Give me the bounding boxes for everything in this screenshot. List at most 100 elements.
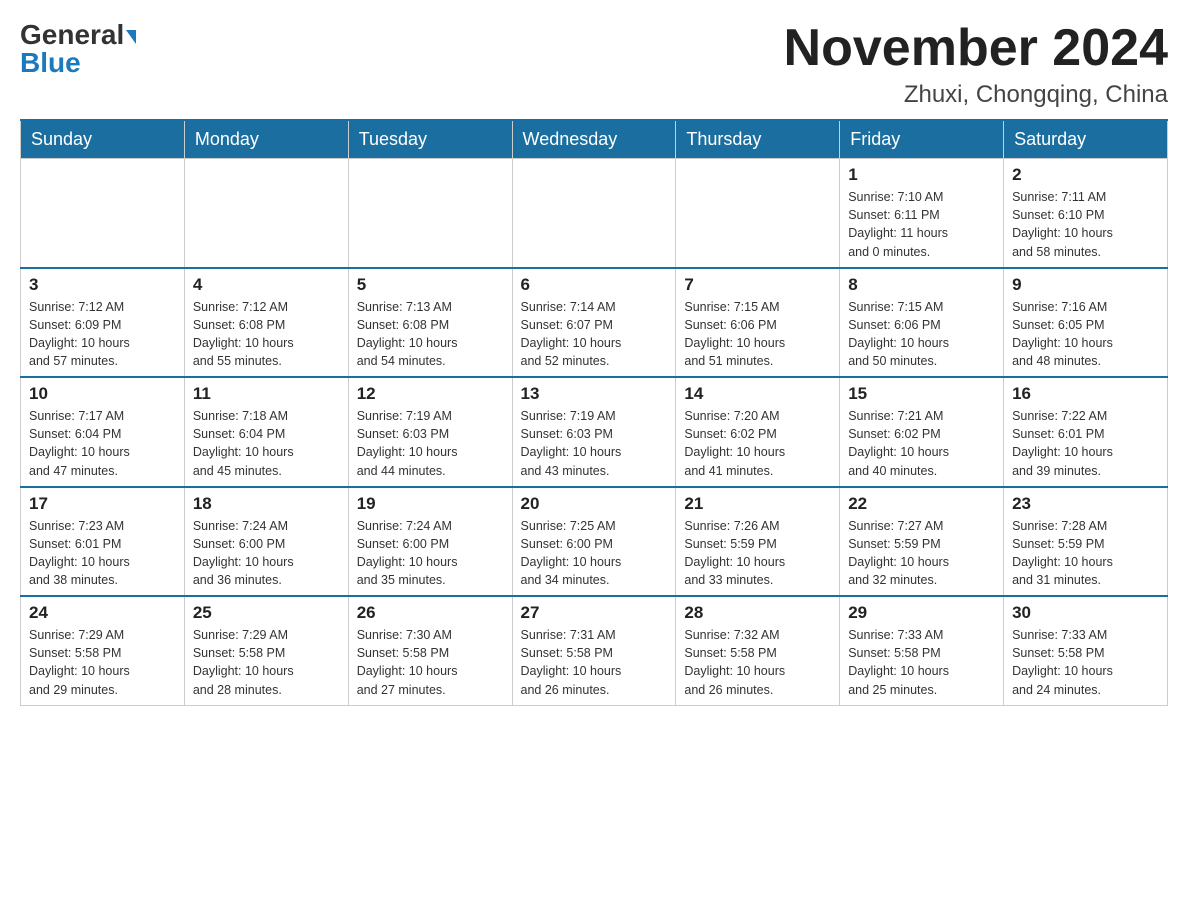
- calendar-cell: 11 Sunrise: 7:18 AMSunset: 6:04 PMDayligh…: [184, 377, 348, 487]
- day-number: 5: [357, 275, 504, 295]
- calendar-cell: 23 Sunrise: 7:28 AMSunset: 5:59 PMDayligh…: [1004, 487, 1168, 597]
- day-number: 27: [521, 603, 668, 623]
- calendar-cell: 12Sunrise: 7:19 AMSunset: 6:03 PMDayligh…: [348, 377, 512, 487]
- day-info: Sunrise: 7:24 AMSunset: 6:00 PMDaylight:…: [193, 517, 340, 590]
- day-info: Sunrise: 7:27 AMSunset: 5:59 PMDaylight:…: [848, 517, 995, 590]
- day-info: Sunrise: 7:23 AMSunset: 6:01 PMDaylight:…: [29, 517, 176, 590]
- day-info: Sunrise: 7:10 AMSunset: 6:11 PMDaylight:…: [848, 188, 995, 261]
- day-info: Sunrise: 7:31 AMSunset: 5:58 PMDaylight:…: [521, 626, 668, 699]
- day-number: 29: [848, 603, 995, 623]
- day-number: 11: [193, 384, 340, 404]
- calendar-cell: 18 Sunrise: 7:24 AMSunset: 6:00 PMDayligh…: [184, 487, 348, 597]
- calendar-cell: 26 Sunrise: 7:30 AMSunset: 5:58 PMDayligh…: [348, 596, 512, 705]
- day-number: 14: [684, 384, 831, 404]
- day-info: Sunrise: 7:14 AMSunset: 6:07 PMDaylight:…: [521, 298, 668, 371]
- day-info: Sunrise: 7:24 AMSunset: 6:00 PMDaylight:…: [357, 517, 504, 590]
- day-info: Sunrise: 7:26 AMSunset: 5:59 PMDaylight:…: [684, 517, 831, 590]
- calendar-cell: 17 Sunrise: 7:23 AMSunset: 6:01 PMDayligh…: [21, 487, 185, 597]
- weekday-header-wednesday: Wednesday: [512, 120, 676, 159]
- location-title: Zhuxi, Chongqing, China: [784, 81, 1168, 109]
- day-number: 18: [193, 494, 340, 514]
- day-number: 1: [848, 165, 995, 185]
- logo-line2: Blue: [20, 47, 81, 79]
- day-info: Sunrise: 7:28 AMSunset: 5:59 PMDaylight:…: [1012, 517, 1159, 590]
- calendar-cell: [348, 159, 512, 268]
- calendar-cell: [21, 159, 185, 268]
- day-info: Sunrise: 7:30 AMSunset: 5:58 PMDaylight:…: [357, 626, 504, 699]
- calendar-cell: 7 Sunrise: 7:15 AMSunset: 6:06 PMDaylight…: [676, 268, 840, 378]
- calendar-cell: [676, 159, 840, 268]
- day-number: 4: [193, 275, 340, 295]
- day-number: 17: [29, 494, 176, 514]
- day-number: 2: [1012, 165, 1159, 185]
- day-info: Sunrise: 7:19 AMSunset: 6:03 PMDaylight:…: [521, 407, 668, 480]
- weekday-header-saturday: Saturday: [1004, 120, 1168, 159]
- calendar-cell: 9 Sunrise: 7:16 AMSunset: 6:05 PMDaylight…: [1004, 268, 1168, 378]
- day-info: Sunrise: 7:18 AMSunset: 6:04 PMDaylight:…: [193, 407, 340, 480]
- weekday-header-tuesday: Tuesday: [348, 120, 512, 159]
- calendar-cell: [184, 159, 348, 268]
- day-number: 13: [521, 384, 668, 404]
- day-number: 23: [1012, 494, 1159, 514]
- calendar-cell: [512, 159, 676, 268]
- day-number: 24: [29, 603, 176, 623]
- day-info: Sunrise: 7:20 AMSunset: 6:02 PMDaylight:…: [684, 407, 831, 480]
- calendar-cell: 30 Sunrise: 7:33 AMSunset: 5:58 PMDayligh…: [1004, 596, 1168, 705]
- calendar-cell: 2 Sunrise: 7:11 AMSunset: 6:10 PMDaylight…: [1004, 159, 1168, 268]
- day-number: 26: [357, 603, 504, 623]
- calendar-cell: 22 Sunrise: 7:27 AMSunset: 5:59 PMDayligh…: [840, 487, 1004, 597]
- day-info: Sunrise: 7:15 AMSunset: 6:06 PMDaylight:…: [684, 298, 831, 371]
- day-info: Sunrise: 7:33 AMSunset: 5:58 PMDaylight:…: [848, 626, 995, 699]
- day-number: 19: [357, 494, 504, 514]
- day-number: 10: [29, 384, 176, 404]
- weekday-header-thursday: Thursday: [676, 120, 840, 159]
- day-info: Sunrise: 7:21 AMSunset: 6:02 PMDaylight:…: [848, 407, 995, 480]
- day-info: Sunrise: 7:11 AMSunset: 6:10 PMDaylight:…: [1012, 188, 1159, 261]
- day-info: Sunrise: 7:12 AMSunset: 6:09 PMDaylight:…: [29, 298, 176, 371]
- day-info: Sunrise: 7:33 AMSunset: 5:58 PMDaylight:…: [1012, 626, 1159, 699]
- day-info: Sunrise: 7:22 AMSunset: 6:01 PMDaylight:…: [1012, 407, 1159, 480]
- page-header: General Blue November 2024 Zhuxi, Chongq…: [20, 20, 1168, 109]
- month-title: November 2024: [784, 20, 1168, 77]
- calendar-cell: 29 Sunrise: 7:33 AMSunset: 5:58 PMDayligh…: [840, 596, 1004, 705]
- day-number: 3: [29, 275, 176, 295]
- day-number: 15: [848, 384, 995, 404]
- calendar-cell: 10 Sunrise: 7:17 AMSunset: 6:04 PMDayligh…: [21, 377, 185, 487]
- calendar-table: SundayMondayTuesdayWednesdayThursdayFrid…: [20, 119, 1168, 706]
- calendar-cell: 8 Sunrise: 7:15 AMSunset: 6:06 PMDaylight…: [840, 268, 1004, 378]
- day-number: 6: [521, 275, 668, 295]
- weekday-header-sunday: Sunday: [21, 120, 185, 159]
- day-info: Sunrise: 7:16 AMSunset: 6:05 PMDaylight:…: [1012, 298, 1159, 371]
- day-info: Sunrise: 7:15 AMSunset: 6:06 PMDaylight:…: [848, 298, 995, 371]
- logo: General Blue: [20, 20, 136, 79]
- calendar-cell: 3 Sunrise: 7:12 AMSunset: 6:09 PMDaylight…: [21, 268, 185, 378]
- day-info: Sunrise: 7:29 AMSunset: 5:58 PMDaylight:…: [29, 626, 176, 699]
- day-info: Sunrise: 7:25 AMSunset: 6:00 PMDaylight:…: [521, 517, 668, 590]
- calendar-cell: 4 Sunrise: 7:12 AMSunset: 6:08 PMDaylight…: [184, 268, 348, 378]
- calendar-cell: 19 Sunrise: 7:24 AMSunset: 6:00 PMDayligh…: [348, 487, 512, 597]
- day-info: Sunrise: 7:12 AMSunset: 6:08 PMDaylight:…: [193, 298, 340, 371]
- day-info: Sunrise: 7:17 AMSunset: 6:04 PMDaylight:…: [29, 407, 176, 480]
- calendar-cell: 28 Sunrise: 7:32 AMSunset: 5:58 PMDayligh…: [676, 596, 840, 705]
- day-number: 28: [684, 603, 831, 623]
- day-number: 7: [684, 275, 831, 295]
- calendar-cell: 16Sunrise: 7:22 AMSunset: 6:01 PMDayligh…: [1004, 377, 1168, 487]
- calendar-cell: 20Sunrise: 7:25 AMSunset: 6:00 PMDayligh…: [512, 487, 676, 597]
- calendar-cell: 24 Sunrise: 7:29 AMSunset: 5:58 PMDayligh…: [21, 596, 185, 705]
- day-number: 22: [848, 494, 995, 514]
- calendar-cell: 27 Sunrise: 7:31 AMSunset: 5:58 PMDayligh…: [512, 596, 676, 705]
- day-number: 25: [193, 603, 340, 623]
- calendar-cell: 13 Sunrise: 7:19 AMSunset: 6:03 PMDayligh…: [512, 377, 676, 487]
- calendar-cell: 5Sunrise: 7:13 AMSunset: 6:08 PMDaylight…: [348, 268, 512, 378]
- calendar-cell: 15 Sunrise: 7:21 AMSunset: 6:02 PMDayligh…: [840, 377, 1004, 487]
- day-number: 30: [1012, 603, 1159, 623]
- calendar-cell: 1 Sunrise: 7:10 AMSunset: 6:11 PMDaylight…: [840, 159, 1004, 268]
- day-info: Sunrise: 7:32 AMSunset: 5:58 PMDaylight:…: [684, 626, 831, 699]
- day-number: 9: [1012, 275, 1159, 295]
- weekday-header-monday: Monday: [184, 120, 348, 159]
- day-info: Sunrise: 7:19 AMSunset: 6:03 PMDaylight:…: [357, 407, 504, 480]
- day-info: Sunrise: 7:29 AMSunset: 5:58 PMDaylight:…: [193, 626, 340, 699]
- weekday-header-friday: Friday: [840, 120, 1004, 159]
- title-area: November 2024 Zhuxi, Chongqing, China: [784, 20, 1168, 109]
- day-number: 8: [848, 275, 995, 295]
